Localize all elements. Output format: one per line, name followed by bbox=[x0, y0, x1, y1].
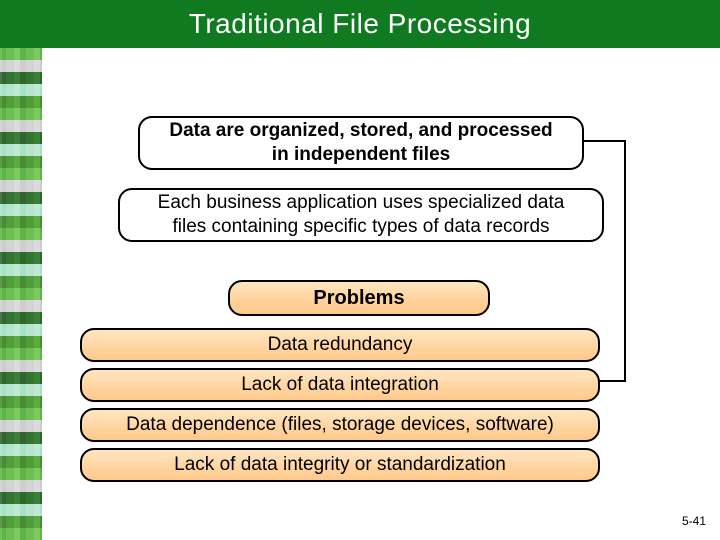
connector-v-right bbox=[624, 140, 626, 382]
detail-line1: Each business application uses specializ… bbox=[158, 191, 565, 215]
problem-item-1: Data redundancy bbox=[80, 328, 600, 362]
page-number: 5-41 bbox=[682, 514, 706, 528]
intro-box: Data are organized, stored, and processe… bbox=[138, 116, 584, 170]
problems-header-text: Problems bbox=[313, 286, 404, 311]
problem-4-text: Lack of data integrity or standardizatio… bbox=[174, 453, 506, 477]
problem-2-text: Lack of data integration bbox=[241, 373, 439, 397]
problems-header: Problems bbox=[228, 280, 490, 316]
problem-item-3: Data dependence (files, storage devices,… bbox=[80, 408, 600, 442]
intro-line1: Data are organized, stored, and processe… bbox=[169, 119, 552, 143]
problem-item-2: Lack of data integration bbox=[80, 368, 600, 402]
title-bar: Traditional File Processing bbox=[0, 0, 720, 48]
problem-item-4: Lack of data integrity or standardizatio… bbox=[80, 448, 600, 482]
connector-h-top bbox=[580, 140, 626, 142]
connector-h-bottom bbox=[596, 380, 626, 382]
intro-line2: in independent files bbox=[272, 143, 450, 167]
detail-box: Each business application uses specializ… bbox=[118, 188, 604, 242]
slide-title: Traditional File Processing bbox=[189, 8, 531, 40]
detail-line2: files containing specific types of data … bbox=[172, 215, 549, 239]
slide-body: Data are organized, stored, and processe… bbox=[0, 48, 720, 540]
problem-3-text: Data dependence (files, storage devices,… bbox=[126, 413, 554, 437]
problem-1-text: Data redundancy bbox=[268, 333, 413, 357]
